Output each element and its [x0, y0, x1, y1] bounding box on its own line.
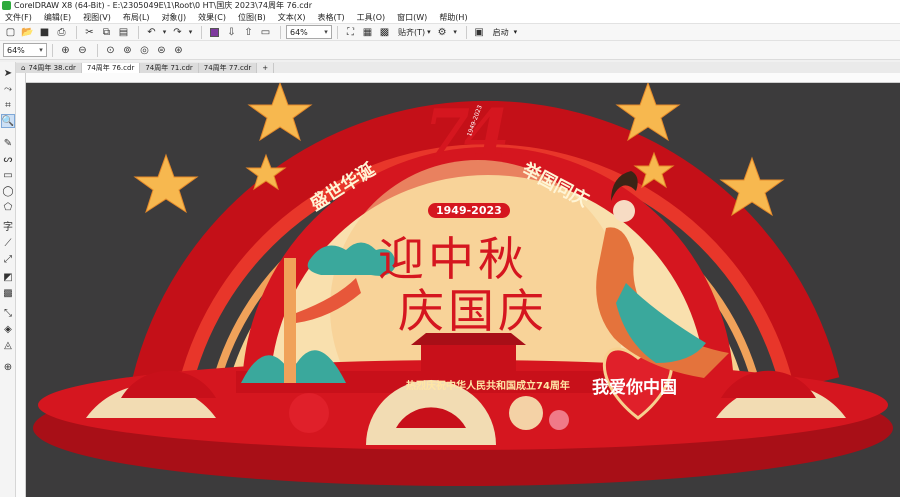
property-bar: 64% ▾ ⊕ ⊖ ⊙ ⊚ ◎ ⊜ ⊛	[0, 41, 900, 60]
banner-slogan: 热烈庆祝中华人民共和国成立74周年	[406, 381, 570, 392]
undo-dropdown-icon[interactable]: ▾	[161, 25, 168, 40]
heart-slogan: 我爱你中国	[592, 378, 677, 398]
coreldraw-logo-icon	[2, 1, 11, 10]
zoom-selected-icon[interactable]: ⊙	[103, 43, 118, 58]
dimension-icon[interactable]: ⟋	[1, 236, 15, 250]
headline-line-2: 庆国庆	[398, 284, 548, 338]
drawing-canvas[interactable]: 74 1949-2023 盛世华诞 举国同庆 1949-2023 迎中秋 庆国庆…	[26, 83, 900, 497]
chevron-down-icon: ▾	[427, 28, 431, 36]
menu-bar: 文件(F) 编辑(E) 视图(V) 布局(L) 对象(J) 效果(C) 位图(B…	[0, 11, 900, 23]
artistic-media-icon[interactable]: ᔕ	[1, 152, 15, 166]
search-content-icon[interactable]	[207, 25, 222, 40]
text-icon[interactable]: 字	[1, 218, 15, 233]
home-icon: ⌂	[21, 64, 26, 72]
zoom-level-select[interactable]: 64% ▾	[286, 25, 332, 39]
gate-body	[421, 345, 516, 371]
ball-pink	[549, 410, 569, 430]
add-tool-icon[interactable]: ⊕	[1, 360, 15, 374]
export-icon[interactable]: ⇧	[241, 25, 256, 40]
options-dropdown-icon[interactable]: ▾	[452, 25, 459, 40]
new-document-icon[interactable]: ▢	[3, 25, 18, 40]
polygon-icon[interactable]: ⬠	[1, 200, 15, 214]
crop-icon[interactable]: ⌗	[1, 98, 15, 112]
new-tab-button[interactable]: +	[257, 63, 275, 73]
menu-object[interactable]: 对象(J)	[157, 12, 194, 23]
window-title: CorelDRAW X8 (64-Bit) - E:\2305049E\1\Ro…	[14, 1, 313, 10]
open-folder-icon[interactable]: 📂	[20, 25, 35, 40]
publish-pdf-icon[interactable]: ▭	[258, 25, 273, 40]
ellipse-icon[interactable]: ◯	[1, 184, 15, 198]
copy-icon[interactable]: ⧉	[99, 25, 114, 40]
years-badge: 1949-2023	[428, 203, 510, 218]
standard-toolbar: ▢ 📂 ■ ⎙ ✂ ⧉ ▤ ↶ ▾ ↷ ▾ ⇩ ⇧ ▭ 64% ▾ ⛶ ▦ ▩ …	[0, 23, 900, 41]
rulers-icon[interactable]: ▦	[360, 25, 375, 40]
rectangle-icon[interactable]: ▭	[1, 168, 15, 182]
launch-app-icon[interactable]: ▣	[472, 25, 487, 40]
menu-layout[interactable]: 布局(L)	[118, 12, 157, 23]
zoom-width-icon[interactable]: ⊜	[154, 43, 169, 58]
eyedropper-icon[interactable]: ⤡	[1, 306, 15, 320]
document-tabs: ⌂ 74周年 38.cdr 74周年 76.cdr 74周年 71.cdr 74…	[16, 62, 900, 73]
vertical-ruler[interactable]	[16, 73, 26, 497]
menu-help[interactable]: 帮助(H)	[434, 12, 474, 23]
save-icon[interactable]: ■	[37, 25, 52, 40]
menu-text[interactable]: 文本(X)	[273, 12, 313, 23]
undo-icon[interactable]: ↶	[144, 25, 159, 40]
shadow-icon[interactable]: ◩	[1, 270, 15, 284]
star-left-top	[247, 83, 313, 142]
tab-document-2[interactable]: 74周年 76.cdr	[81, 63, 141, 73]
plus-icon: +	[262, 64, 269, 72]
menu-effects[interactable]: 效果(C)	[193, 12, 233, 23]
menu-bitmaps[interactable]: 位图(B)	[233, 12, 273, 23]
menu-edit[interactable]: 编辑(E)	[39, 12, 78, 23]
chevron-down-icon: ▾	[513, 28, 518, 36]
launch-button[interactable]: 启动 ▾	[489, 25, 522, 40]
star-left-mid	[133, 153, 199, 214]
freehand-icon[interactable]: ✎	[1, 136, 15, 150]
menu-tools[interactable]: 工具(O)	[352, 12, 393, 23]
fill-icon[interactable]: ◈	[1, 322, 15, 336]
connector-icon[interactable]: ⤢	[1, 252, 15, 266]
ball-cream	[509, 396, 543, 430]
tab-document-1[interactable]: ⌂ 74周年 38.cdr	[16, 63, 82, 73]
full-screen-icon[interactable]: ⛶	[343, 25, 358, 40]
menu-view[interactable]: 视图(V)	[78, 12, 118, 23]
options-gear-icon[interactable]: ⚙	[435, 25, 450, 40]
zoom-out-icon[interactable]: ⊖	[75, 43, 90, 58]
huabiao-pillar	[284, 258, 296, 383]
tab-document-3[interactable]: 74周年 71.cdr	[140, 63, 199, 73]
print-icon[interactable]: ⎙	[54, 25, 69, 40]
title-bar: CorelDRAW X8 (64-Bit) - E:\2305049E\1\Ro…	[0, 0, 900, 11]
tab-document-4[interactable]: 74周年 77.cdr	[198, 63, 258, 73]
zoom-height-icon[interactable]: ⊛	[171, 43, 186, 58]
chevron-down-icon: ▾	[39, 46, 43, 54]
shape-icon[interactable]: ⤳	[1, 82, 15, 96]
zoom-all-objects-icon[interactable]: ⊚	[120, 43, 135, 58]
menu-file[interactable]: 文件(F)	[0, 12, 39, 23]
redo-dropdown-icon[interactable]: ▾	[187, 25, 194, 40]
outline-icon[interactable]: ◬	[1, 338, 15, 352]
transparency-icon[interactable]: ▩	[1, 286, 15, 300]
menu-table[interactable]: 表格(T)	[312, 12, 351, 23]
ball-red	[289, 393, 329, 433]
grid-icon[interactable]: ▩	[377, 25, 392, 40]
zoom-levels-select[interactable]: 64% ▾	[3, 43, 47, 57]
cut-icon[interactable]: ✂	[82, 25, 97, 40]
redo-icon[interactable]: ↷	[170, 25, 185, 40]
zoom-icon[interactable]: 🔍	[1, 114, 15, 128]
horizontal-ruler[interactable]	[26, 73, 900, 83]
chevron-down-icon: ▾	[324, 28, 328, 36]
snap-to-button[interactable]: 贴齐(T) ▾	[394, 25, 435, 40]
toolbox: ➤ ⤳ ⌗ 🔍 ✎ ᔕ ▭ ◯ ⬠ 字 ⟋ ⤢ ◩ ▩ ⤡ ◈ ◬ ⊕	[0, 62, 16, 497]
zoom-page-icon[interactable]: ◎	[137, 43, 152, 58]
menu-window[interactable]: 窗口(W)	[392, 12, 434, 23]
fairy-face	[613, 200, 635, 222]
import-icon[interactable]: ⇩	[224, 25, 239, 40]
paste-icon[interactable]: ▤	[116, 25, 131, 40]
pointer-icon[interactable]: ➤	[1, 66, 15, 80]
anniversary-number: 74	[424, 95, 510, 173]
zoom-in-icon[interactable]: ⊕	[58, 43, 73, 58]
